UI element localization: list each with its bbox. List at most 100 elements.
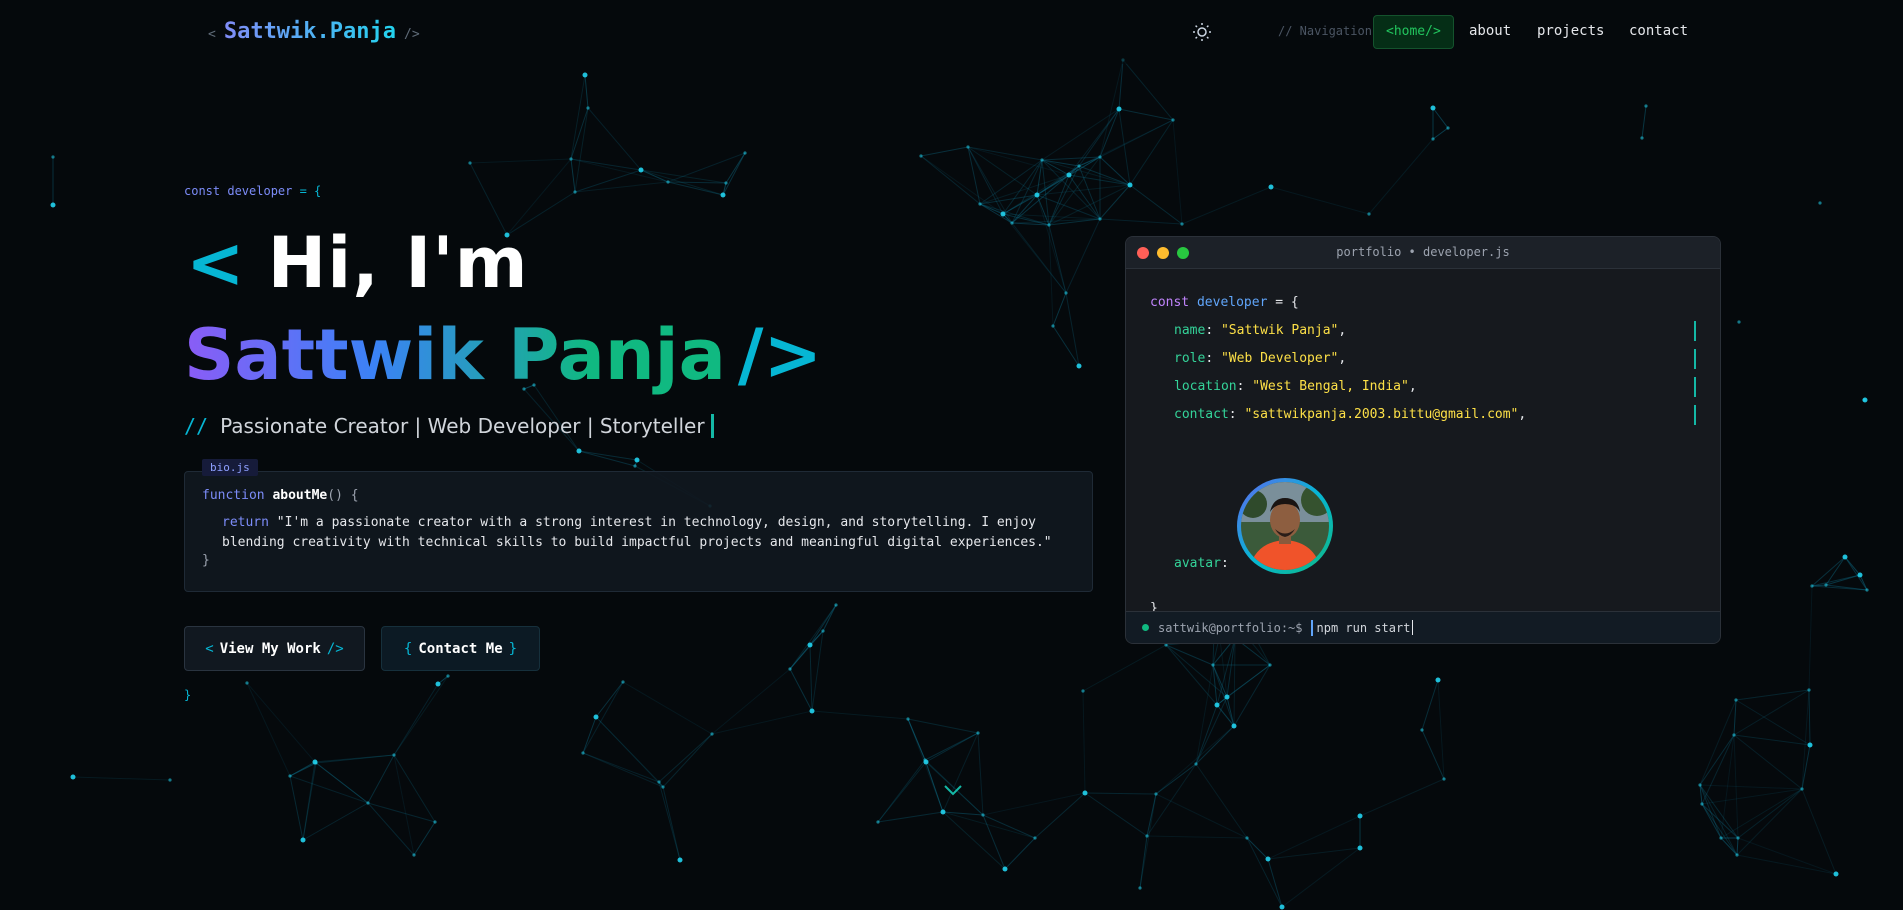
network-line (967, 146, 1070, 176)
btn-contact-close: } (508, 640, 518, 657)
network-node (1127, 182, 1133, 188)
code-line-location: location: "West Bengal, India", (1174, 379, 1417, 394)
network-line (1737, 837, 1837, 875)
btn-contact-label: Contact Me (418, 640, 503, 657)
code-line-name: name: "Sattwik Panja", (1174, 323, 1347, 338)
chevron-down-icon[interactable] (941, 778, 965, 802)
network-line (1368, 138, 1434, 215)
terminal-prompt: sattwik@portfolio:~$ (1158, 620, 1303, 635)
sun-icon[interactable] (1192, 22, 1212, 42)
bio-file-tab: bio.js (202, 459, 258, 476)
field-key: contact (1174, 407, 1229, 422)
bio-close: } (202, 553, 210, 568)
network-node (978, 202, 982, 206)
network-line (1034, 792, 1086, 839)
network-line (622, 681, 713, 735)
network-node (582, 72, 588, 78)
network-node (1736, 836, 1740, 840)
network-line (367, 802, 415, 856)
network-line (907, 718, 979, 734)
site-logo[interactable]: < Sattwik.Panja /> (208, 19, 420, 44)
network-line (1808, 689, 1811, 746)
line-marker (1694, 349, 1696, 369)
network-line (1065, 292, 1080, 367)
network-node (1138, 886, 1142, 890)
network-node (923, 759, 929, 765)
editor-title: portfolio • developer.js (1336, 245, 1510, 259)
network-line (1270, 186, 1370, 215)
network-node (446, 674, 450, 678)
network-line (1736, 837, 1739, 856)
terminal-bar[interactable]: sattwik@portfolio:~$ npm run start (1126, 611, 1720, 643)
tagline-text: Passionate Creator | Web Developer | Sto… (220, 414, 705, 438)
network-node (720, 192, 726, 198)
network-line (1155, 725, 1235, 795)
network-line (413, 821, 436, 856)
top-navbar: < Sattwik.Panja /> // Navigation <home/>… (0, 0, 1903, 64)
network-node (1098, 155, 1102, 159)
network-line (1165, 644, 1218, 706)
network-node (1357, 813, 1363, 819)
network-node (1644, 104, 1648, 108)
network-line (1052, 292, 1067, 327)
network-node (1442, 777, 1446, 781)
network-line (1146, 835, 1248, 839)
network-node (1698, 783, 1702, 787)
logo-text: Sattwik.Panja (223, 19, 397, 44)
network-node (1224, 694, 1230, 700)
network-line (570, 158, 642, 171)
hero-name-close: /> (737, 314, 823, 396)
network-line (789, 668, 813, 712)
code-line-role: role: "Web Developer", (1174, 351, 1347, 366)
network-line (979, 174, 1070, 205)
network-line (582, 681, 624, 754)
network-line (1139, 835, 1148, 889)
network-line (1701, 788, 1803, 805)
hero-tagline: // Passionate Creator | Web Developer | … (184, 414, 714, 438)
bio-code-block: function aboutMe() { return "I'm a passi… (184, 471, 1093, 592)
network-line (1801, 788, 1837, 875)
network-line (1048, 165, 1080, 226)
network-line (977, 732, 984, 816)
status-dot-icon (1142, 624, 1149, 631)
network-line (1084, 792, 1157, 795)
network-node (245, 681, 249, 685)
network-line (1699, 784, 1803, 790)
network-node (50, 202, 56, 208)
network-line (595, 681, 624, 718)
nav-projects-link[interactable]: projects (1537, 23, 1604, 39)
network-node (1268, 663, 1272, 667)
network-node (1082, 790, 1088, 796)
network-node (1033, 836, 1037, 840)
network-line (582, 752, 660, 783)
network-line (1195, 763, 1248, 839)
field-key: location (1174, 379, 1237, 394)
network-line (1267, 815, 1361, 860)
bio-text-line-2: blending creativity with technical skill… (222, 535, 1052, 550)
const-rest: = { (292, 184, 322, 198)
network-line (1165, 644, 1214, 666)
network-node (1357, 845, 1363, 851)
network-line (1421, 729, 1445, 780)
network-node (1116, 106, 1122, 112)
contact-me-button[interactable]: { Contact Me } (381, 626, 540, 671)
code-line-contact: contact: "sattwikpanja.2003.bittu@gmail.… (1174, 407, 1527, 422)
field-key: name (1174, 323, 1206, 338)
network-line (907, 718, 927, 763)
line-marker (1694, 405, 1696, 425)
avatar (1237, 478, 1333, 574)
view-my-work-button[interactable]: < View My Work /> (184, 626, 365, 671)
nav-contact-link[interactable]: contact (1629, 23, 1688, 39)
network-node (919, 154, 923, 158)
nav-home-link[interactable]: <home/> (1373, 15, 1454, 49)
network-line (246, 682, 291, 777)
network-node (710, 732, 714, 736)
network-node (1047, 223, 1051, 227)
btn-work-close: /> (326, 640, 344, 657)
network-line (315, 754, 395, 764)
network-line (246, 682, 316, 763)
network-node (976, 731, 980, 735)
network-line (587, 107, 642, 171)
network-line (920, 155, 1004, 215)
nav-about-link[interactable]: about (1469, 23, 1511, 39)
